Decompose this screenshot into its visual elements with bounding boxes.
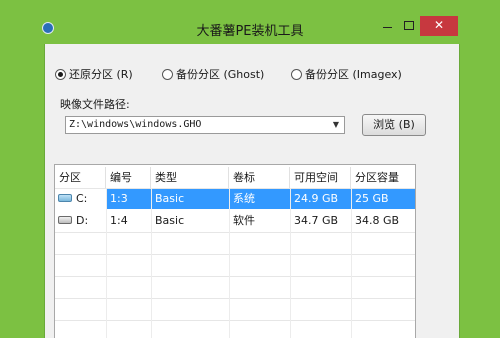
type-cell: Basic [155, 192, 185, 205]
radio-label: 备份分区 (Ghost) [176, 68, 265, 81]
partition-table[interactable]: 分区 编号 类型 卷标 可用空间 分区容量 C: 1:3 Basic 系统 24… [54, 164, 416, 338]
radio-button-checked[interactable] [55, 68, 66, 80]
column-header-number[interactable]: 编号 [106, 167, 151, 188]
capacity-cell: 34.8 GB [355, 214, 400, 227]
number-cell: 1:3 [110, 192, 128, 205]
partition-cell: C: [55, 188, 106, 209]
browse-button[interactable]: 浏览 (B) [362, 114, 426, 136]
close-icon: ✕ [433, 18, 445, 32]
grid-line [151, 188, 152, 338]
grid-line [290, 188, 291, 338]
radio-label: 还原分区 (R) [69, 68, 133, 81]
column-header-capacity[interactable]: 分区容量 [351, 167, 415, 188]
minimize-icon [382, 27, 392, 28]
label-cell: 系统 [233, 192, 255, 205]
radio-button[interactable] [291, 68, 302, 80]
free-space-cell: 24.9 GB [294, 192, 339, 205]
radio-restore-partition[interactable]: 还原分区 (R) [55, 66, 133, 82]
grid-line [55, 276, 415, 277]
capacity-cell: 25 GB [355, 192, 389, 205]
system-disk-icon [58, 194, 72, 202]
image-path-combobox[interactable]: Z:\windows\windows.GHO ▼ [65, 116, 345, 134]
grid-line [55, 188, 415, 189]
label-cell: 软件 [233, 214, 255, 227]
radio-backup-ghost[interactable]: 备份分区 (Ghost) [162, 66, 264, 82]
column-header-partition[interactable]: 分区 [55, 167, 106, 188]
drive-letter: D: [76, 214, 89, 227]
column-header-label[interactable]: 卷标 [229, 167, 290, 188]
radio-label: 备份分区 (Imagex) [305, 68, 402, 81]
table-header: 分区 编号 类型 卷标 可用空间 分区容量 [55, 167, 415, 188]
grid-line [55, 232, 415, 233]
grid-line [55, 320, 415, 321]
chevron-down-icon[interactable]: ▼ [328, 117, 344, 133]
type-cell: Basic [155, 214, 185, 227]
window-client-area: 还原分区 (R) 备份分区 (Ghost) 备份分区 (Imagex) 映像文件… [44, 44, 460, 338]
hard-disk-icon [58, 216, 72, 224]
minimize-button[interactable] [376, 16, 398, 36]
drive-letter: C: [76, 192, 88, 205]
free-space-cell: 34.7 GB [294, 214, 339, 227]
column-header-free-space[interactable]: 可用空间 [290, 167, 351, 188]
column-header-type[interactable]: 类型 [151, 167, 229, 188]
grid-line [351, 188, 352, 338]
table-row[interactable]: D: 1:4 Basic 软件 34.7 GB 34.8 GB [55, 210, 415, 231]
grid-line [55, 254, 415, 255]
maximize-button[interactable] [398, 16, 420, 36]
maximize-icon [404, 21, 414, 30]
image-path-value: Z:\windows\windows.GHO [69, 119, 202, 130]
grid-line [55, 298, 415, 299]
number-cell: 1:4 [110, 214, 128, 227]
title-bar[interactable]: 大番薯PE装机工具 ✕ [0, 0, 500, 39]
grid-line [229, 188, 230, 338]
radio-button[interactable] [162, 68, 173, 80]
partition-cell: D: [55, 210, 106, 231]
grid-line [106, 188, 107, 338]
image-path-label: 映像文件路径: [60, 98, 130, 111]
radio-backup-imagex[interactable]: 备份分区 (Imagex) [291, 66, 402, 82]
close-button[interactable]: ✕ [420, 16, 458, 36]
table-row[interactable]: C: 1:3 Basic 系统 24.9 GB 25 GB [55, 188, 415, 209]
